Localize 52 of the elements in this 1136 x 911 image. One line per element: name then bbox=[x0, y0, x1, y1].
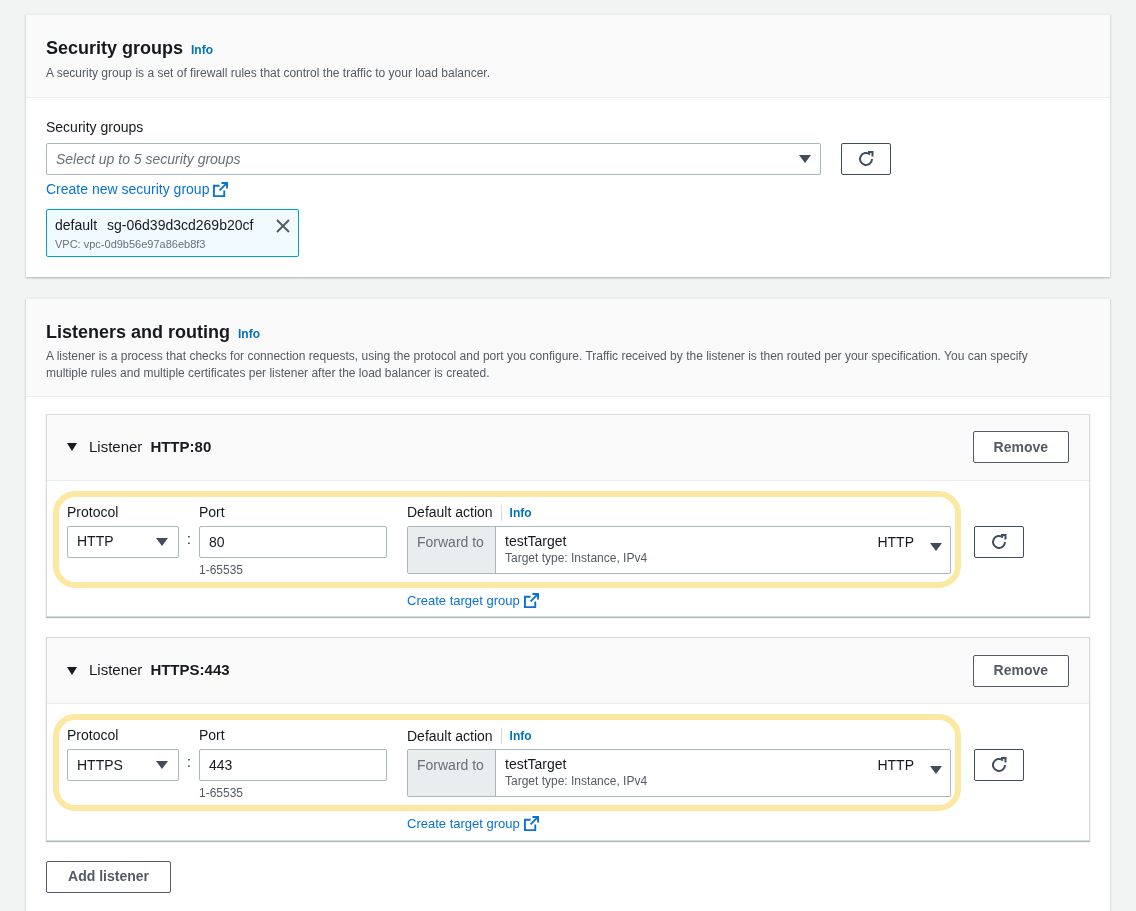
add-listener-button[interactable]: Add listener bbox=[46, 860, 171, 893]
field-label: Protocol bbox=[67, 726, 120, 745]
protocol-select[interactable]: HTTPS bbox=[67, 749, 179, 781]
caret-icon bbox=[156, 761, 168, 769]
field-label: Default action bbox=[407, 726, 493, 746]
refresh-button[interactable] bbox=[974, 525, 1024, 558]
create-security-group-link[interactable]: Create new security group bbox=[46, 179, 210, 200]
external-link-icon bbox=[523, 816, 539, 832]
port-input[interactable]: 80 bbox=[199, 525, 387, 558]
group-id: sg-06d39d3cd269b20cf bbox=[107, 216, 254, 235]
remove-button[interactable]: Remove bbox=[972, 654, 1069, 687]
caret-icon bbox=[799, 155, 811, 163]
external-link-icon bbox=[213, 182, 229, 197]
listener-label: Listener bbox=[89, 436, 143, 457]
external-link-icon bbox=[523, 592, 539, 608]
refresh-icon bbox=[990, 756, 1008, 774]
panel-title: Listeners and routing bbox=[46, 320, 231, 344]
refresh-icon bbox=[857, 150, 875, 168]
panel-description: A listener is a process that checks for connection requests, using the protocol and port you configure. Traffic received by the listener is then routed per your specification. You can specify multiple rules and multiple certificates per listener after the load balancer is created. bbox=[46, 347, 1029, 382]
listener-label: Listener bbox=[89, 660, 143, 681]
field-label: Default action bbox=[407, 503, 493, 522]
listener-name: HTTP:80 bbox=[150, 436, 212, 457]
caret-down-icon[interactable] bbox=[67, 665, 77, 676]
create-target-group-link[interactable]: Create target group bbox=[407, 590, 520, 610]
listener-name: HTTPS:443 bbox=[150, 660, 230, 681]
field-label: Security groups bbox=[46, 118, 145, 137]
refresh-icon bbox=[990, 532, 1008, 551]
port-input[interactable]: 443 bbox=[199, 749, 387, 781]
close-icon[interactable] bbox=[276, 218, 290, 233]
caret-icon bbox=[156, 537, 168, 546]
field-label: Protocol bbox=[67, 502, 120, 522]
create-target-group-link[interactable]: Create target group bbox=[407, 814, 520, 834]
protocol-select[interactable]: HTTP bbox=[67, 525, 179, 558]
separator: : bbox=[186, 753, 192, 772]
port-hint: 1-65535 bbox=[199, 785, 245, 802]
security-group-select[interactable]: Select up to 5 security groups bbox=[46, 143, 821, 175]
info-link[interactable]: Info bbox=[509, 503, 532, 522]
group-name: default bbox=[55, 216, 98, 235]
info-link[interactable]: Info bbox=[238, 324, 261, 343]
panel-description: A security group is a set of firewall rules that control the traffic to your load balancer. bbox=[46, 65, 491, 82]
port-hint: 1-65535 bbox=[199, 561, 245, 579]
refresh-button[interactable] bbox=[841, 143, 891, 175]
caret-down-icon[interactable] bbox=[67, 442, 77, 452]
remove-button[interactable]: Remove bbox=[972, 431, 1069, 463]
field-label: Port bbox=[199, 726, 226, 745]
separator: : bbox=[186, 529, 192, 549]
refresh-button[interactable] bbox=[974, 749, 1024, 781]
info-link[interactable]: Info bbox=[191, 41, 214, 59]
field-label: Port bbox=[199, 502, 226, 522]
group-vpc: VPC: vpc-0d9b56e97a86eb8f3 bbox=[55, 237, 207, 252]
panel-title: Security groups bbox=[46, 37, 184, 60]
info-link[interactable]: Info bbox=[509, 727, 532, 745]
